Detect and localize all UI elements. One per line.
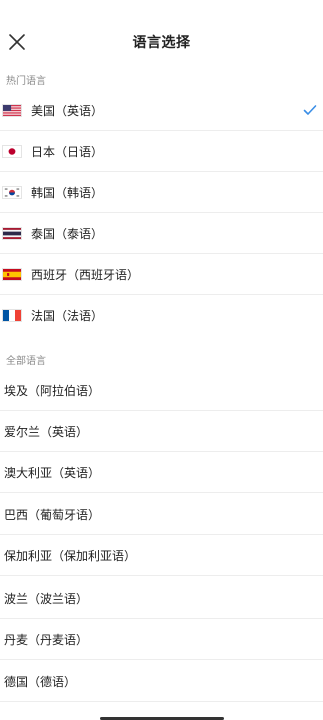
flag-thailand-icon [2,227,22,240]
language-label: 德国（德语） [4,675,77,689]
divider [0,659,323,660]
language-item-australia[interactable]: 澳大利亚（英语） [0,452,323,493]
language-label: 爱尔兰（英语） [4,425,89,439]
language-label: 法国（法语） [31,309,104,323]
flag-spain-icon [2,268,22,281]
language-label: 丹麦（丹麦语） [4,633,89,647]
flag-japan-icon [2,145,22,158]
divider [0,701,323,702]
section-label-all: 全部语言 [6,356,46,367]
section-label-popular: 热门语言 [6,76,46,87]
language-label: 日本（日语） [31,145,104,159]
language-label: 保加利亚（保加利亚语） [4,549,137,563]
flag-france-icon [2,309,22,322]
checkmark-icon [303,105,317,115]
language-label: 韩国（韩语） [31,186,104,200]
language-item-poland[interactable]: 波兰（波兰语） [0,578,323,619]
language-label: 波兰（波兰语） [4,592,89,606]
language-item-spain[interactable]: 西班牙（西班牙语） [0,254,323,295]
language-item-bulgaria[interactable]: 保加利亚（保加利亚语） [0,535,323,576]
flag-us-icon [2,104,22,117]
divider [0,492,323,493]
language-item-korea[interactable]: 韩国（韩语） [0,172,323,213]
language-item-france[interactable]: 法国（法语） [0,295,323,336]
language-label: 泰国（泰语） [31,227,104,241]
language-label: 西班牙（西班牙语） [31,268,140,282]
page-title: 语言选择 [132,35,191,51]
language-item-egypt[interactable]: 埃及（阿拉伯语） [0,370,323,411]
header: 语言选择 [0,0,323,86]
language-item-germany[interactable]: 德国（德语） [0,661,323,702]
language-label: 澳大利亚（英语） [4,466,101,480]
language-item-ireland[interactable]: 爱尔兰（英语） [0,411,323,452]
language-item-us[interactable]: 美国（英语） [0,90,323,131]
flag-korea-icon [2,186,22,199]
language-label: 埃及（阿拉伯语） [4,384,101,398]
language-label: 巴西（葡萄牙语） [4,508,101,522]
language-item-brazil[interactable]: 巴西（葡萄牙语） [0,494,323,535]
language-item-denmark[interactable]: 丹麦（丹麦语） [0,619,323,660]
language-item-japan[interactable]: 日本（日语） [0,131,323,172]
divider [0,575,323,576]
language-item-thailand[interactable]: 泰国（泰语） [0,213,323,254]
language-label: 美国（英语） [31,104,104,118]
